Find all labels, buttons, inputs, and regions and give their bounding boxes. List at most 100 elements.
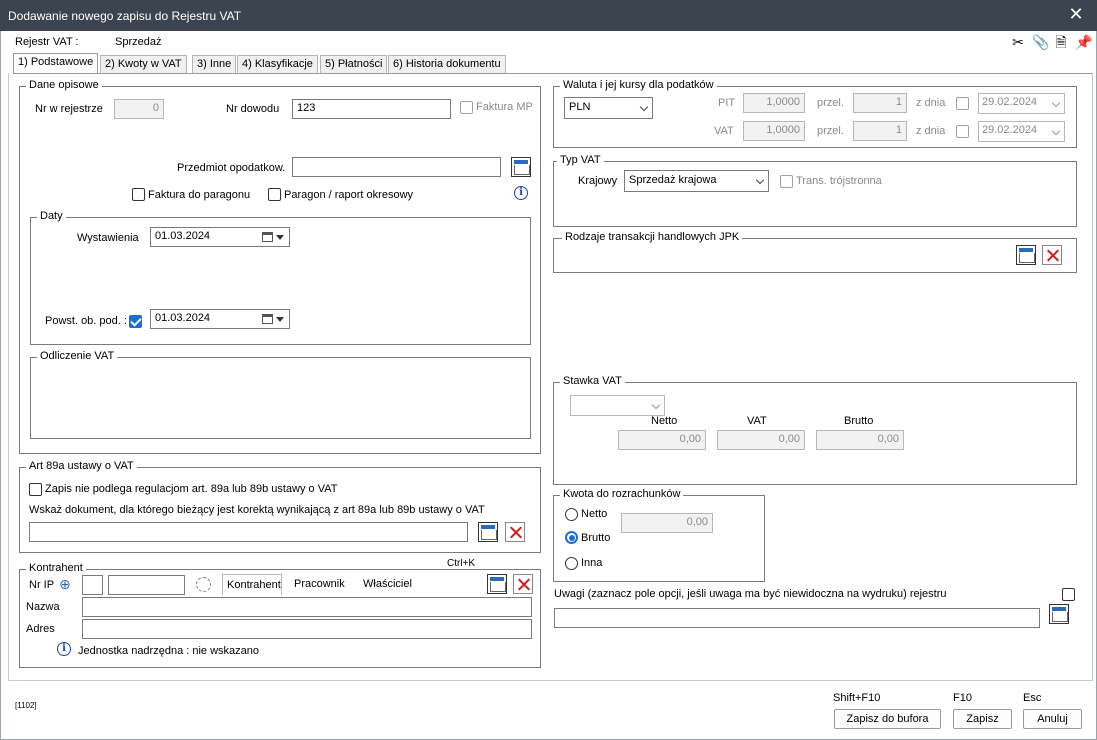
tab-historia[interactable]: 6) Historia dokumentu [388, 55, 506, 73]
stawka-select[interactable] [570, 395, 665, 416]
art89-delete-icon[interactable] [505, 522, 525, 542]
globe-icon[interactable]: ⊕ [59, 576, 75, 592]
przedmiot-list-icon[interactable] [511, 157, 531, 177]
vat-przel-input[interactable]: 1 [853, 121, 907, 141]
title-bar: Dodawanie nowego zapisu do Rejestru VAT … [0, 0, 1097, 31]
register-label: Rejestr VAT : [15, 36, 79, 48]
dialog-code: [1102] [15, 701, 37, 710]
powst-label: Powst. ob. pod. : [45, 315, 127, 327]
attachment-icon[interactable]: 📎 [1032, 34, 1049, 50]
dropdown-arrow-icon[interactable] [276, 317, 284, 322]
document-icon[interactable]: 🗎 [1053, 34, 1069, 50]
stawka-brutto-label: Brutto [844, 415, 874, 427]
tab-podstawowe[interactable]: 1) Podstawowe [13, 53, 99, 74]
kwota-input[interactable]: 0,00 [621, 513, 713, 533]
nr-dowodu-input[interactable]: 123 [292, 99, 451, 119]
kwota-title: Kwota do rozrachunków [560, 488, 684, 500]
chevron-down-icon [639, 102, 649, 112]
tab-kwoty[interactable]: 2) Kwoty w VAT [100, 55, 187, 73]
wystawienia-date[interactable]: 01.03.2024 [150, 227, 290, 247]
anuluj-shortcut: Esc [1023, 692, 1042, 704]
kwota-inna-radio[interactable] [565, 557, 578, 570]
pit-date-value: 29.02.2024 [982, 96, 1038, 108]
status-circle-icon [196, 577, 211, 592]
tab-kontrahent[interactable]: Kontrahent [227, 579, 281, 591]
przedmiot-input[interactable] [292, 157, 501, 177]
parent-info: Jednostka nadrzędna : nie wskazano [78, 645, 260, 657]
nrip-input[interactable] [108, 575, 185, 595]
stawka-netto-label: Netto [651, 415, 678, 427]
kontrahent-delete-icon[interactable] [513, 574, 533, 594]
faktura-mp-checkbox[interactable] [460, 101, 473, 114]
kontrahent-list-icon[interactable] [487, 574, 507, 594]
adres-label: Adres [26, 623, 55, 635]
calendar-icon[interactable] [262, 232, 273, 242]
tab-platnosci[interactable]: 5) Płatności [320, 55, 388, 73]
kwota-netto-radio[interactable] [565, 508, 578, 521]
jpk-list-icon[interactable] [1016, 245, 1036, 265]
pit-rate-input[interactable]: 1,0000 [743, 93, 805, 113]
tab-inne[interactable]: 3) Inne [192, 55, 237, 73]
stawka-vat-input[interactable]: 0,00 [717, 430, 805, 450]
pit-przel-input[interactable]: 1 [853, 93, 907, 113]
kontrahent-shortcut: Ctrl+K [447, 559, 476, 568]
adres-input[interactable] [82, 619, 532, 639]
nazwa-label: Nazwa [26, 601, 60, 613]
pit-date-select[interactable]: 29.02.2024 [978, 93, 1065, 114]
close-icon[interactable]: ✕ [1066, 4, 1086, 24]
jpk-title: Rodzaje transakcji handlowych JPK [562, 231, 743, 243]
faktura-paragon-checkbox[interactable] [132, 188, 145, 201]
pin-icon[interactable]: 📌 [1075, 34, 1092, 50]
zapisz-shortcut: F10 [953, 692, 972, 704]
paragon-raport-label: Paragon / raport okresowy [284, 189, 414, 201]
dropdown-arrow-icon[interactable] [276, 235, 284, 240]
chevron-down-icon [1051, 126, 1061, 136]
waluta-title: Waluta i jej kursy dla podatków [560, 79, 717, 91]
art89-input[interactable] [29, 522, 468, 542]
currency-select[interactable]: PLN [564, 97, 653, 119]
save-to-buffer-button[interactable]: Zapisz do bufora [834, 709, 941, 729]
art89-list-icon[interactable] [478, 522, 498, 542]
vat-rate-input[interactable]: 1,0000 [743, 121, 805, 141]
uwagi-input[interactable] [554, 608, 1040, 628]
powst-date[interactable]: 01.03.2024 [150, 309, 290, 329]
krajowy-select[interactable]: Sprzedaż krajowa [624, 170, 769, 192]
nrip-prefix-input[interactable] [82, 575, 103, 595]
powst-checkbox[interactable] [129, 315, 142, 328]
vat-zdnia-label: z dnia [916, 125, 946, 137]
tab-pracownik[interactable]: Pracownik [294, 578, 345, 590]
stawka-netto-input[interactable]: 0,00 [618, 430, 706, 450]
jpk-delete-icon[interactable] [1042, 245, 1062, 265]
stawka-brutto-input[interactable]: 0,00 [816, 430, 904, 450]
trans-checkbox[interactable] [780, 175, 793, 188]
save-button[interactable]: Zapisz [953, 709, 1012, 729]
calendar-icon[interactable] [262, 314, 273, 324]
tab-klasyfikacje[interactable]: 4) Klasyfikacje [237, 55, 318, 73]
wystawienia-value: 01.03.2024 [155, 230, 211, 242]
art89-info: Wskaż dokument, dla którego bieżący jest… [29, 504, 485, 516]
chevron-down-icon [1051, 98, 1061, 108]
info-icon[interactable]: i [514, 186, 528, 200]
paragon-raport-checkbox[interactable] [268, 188, 281, 201]
stawka-vat-label: VAT [747, 415, 767, 427]
currency-value: PLN [569, 101, 591, 113]
nazwa-input[interactable] [82, 597, 532, 617]
nr-dowodu-label: Nr dowodu [226, 103, 280, 115]
tab-wlasciciel[interactable]: Właściciel [363, 578, 412, 590]
kwota-brutto-radio[interactable] [565, 531, 578, 544]
vat-date-select[interactable]: 29.02.2024 [978, 121, 1065, 142]
art89-checkbox[interactable] [29, 483, 42, 496]
cut-icon[interactable]: ✂ [1010, 34, 1026, 50]
krajowy-value: Sprzedaż krajowa [629, 174, 717, 186]
cancel-button[interactable]: Anuluj [1023, 709, 1082, 729]
nr-rejestr-input[interactable]: 0 [114, 99, 164, 119]
uwagi-hide-checkbox[interactable] [1062, 588, 1075, 601]
uwagi-list-icon[interactable] [1049, 604, 1069, 624]
register-value: Sprzedaż [115, 36, 162, 48]
pit-label: PIT [718, 97, 736, 109]
vat-date-checkbox[interactable] [956, 125, 969, 138]
vat-date-value: 29.02.2024 [982, 124, 1038, 136]
pit-date-checkbox[interactable] [956, 97, 969, 110]
pit-zdnia-label: z dnia [916, 97, 946, 109]
info-icon: i [57, 642, 71, 656]
